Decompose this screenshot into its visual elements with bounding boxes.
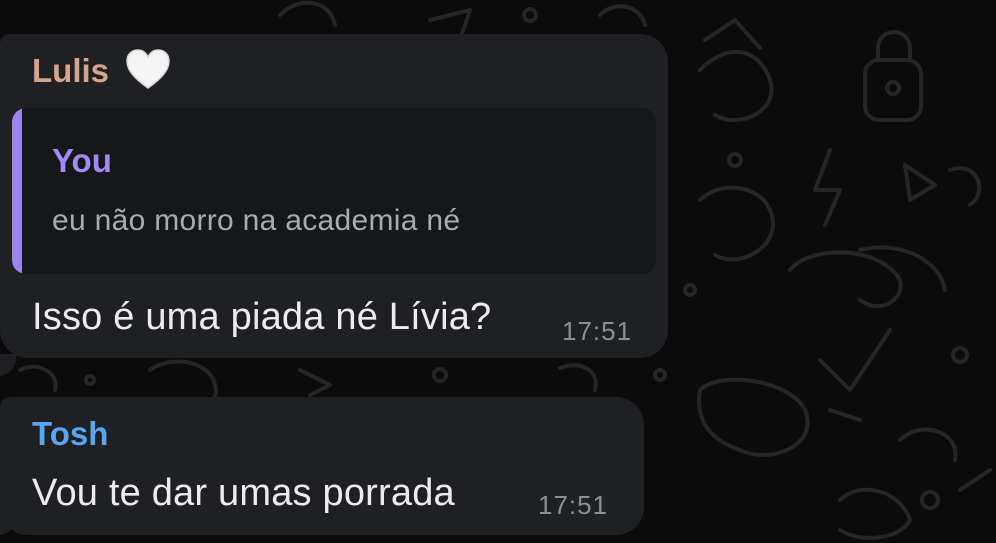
white-heart-icon	[126, 49, 170, 89]
reply-quote-author: You	[52, 142, 112, 179]
reply-quote[interactable]: You eu não morro na academia né	[12, 108, 656, 274]
sender-name-tosh[interactable]: Tosh	[32, 415, 108, 453]
sender-name-lulis[interactable]: Lulis	[32, 52, 109, 90]
reply-quote-accent-bar	[12, 108, 22, 274]
message-text-tosh: Vou te dar umas porrada	[32, 472, 455, 514]
reply-quote-text: eu não morro na academia né	[52, 204, 461, 237]
message-timestamp: 17:51	[538, 490, 609, 520]
message-text-lulis: Isso é uma piada né Lívia?	[32, 296, 492, 338]
message-timestamp: 17:51	[562, 316, 633, 346]
